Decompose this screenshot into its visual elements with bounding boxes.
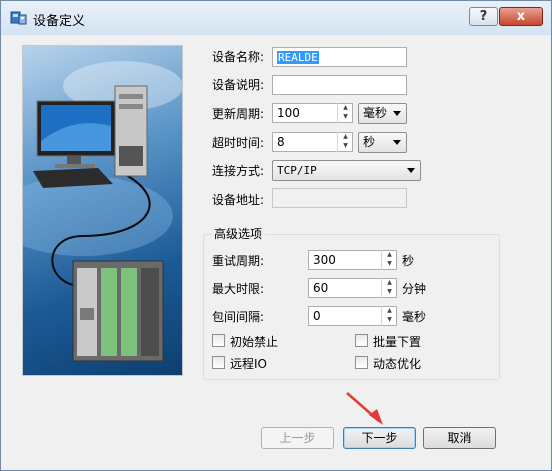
- spin-down-icon[interactable]: ▼: [382, 259, 397, 268]
- next-button[interactable]: 下一步: [343, 427, 416, 449]
- max-time-label: 最大时限:: [212, 282, 265, 296]
- timeout-unit-value: 秒: [363, 135, 376, 149]
- advanced-options-title: 高级选项: [211, 225, 266, 242]
- update-period-label: 更新周期:: [212, 107, 265, 121]
- close-icon: x: [516, 9, 526, 24]
- device-name-value: REALDE: [277, 51, 319, 64]
- initial-disable-label[interactable]: 初始禁止: [230, 333, 278, 350]
- device-name-input[interactable]: REALDE: [272, 47, 407, 67]
- spin-up-icon[interactable]: ▲: [338, 132, 353, 141]
- max-time-spinner[interactable]: ▲ ▼: [381, 278, 397, 298]
- packet-gap-value: 0: [313, 309, 321, 323]
- connection-label: 连接方式:: [212, 164, 265, 178]
- timeout-input[interactable]: 8 ▲ ▼: [272, 132, 353, 152]
- retry-period-label: 重试周期:: [212, 254, 265, 268]
- retry-period-spinner[interactable]: ▲ ▼: [381, 250, 397, 270]
- batch-write-checkbox[interactable]: [355, 334, 368, 347]
- remote-io-label[interactable]: 远程IO: [230, 355, 267, 372]
- spin-down-icon[interactable]: ▼: [382, 315, 397, 324]
- dynamic-optimize-checkbox[interactable]: [355, 356, 368, 369]
- help-button[interactable]: ?: [469, 7, 498, 26]
- spin-up-icon[interactable]: ▲: [382, 306, 397, 315]
- device-definition-dialog: 设备定义 ? x 设备名称: REALDE 设备说明: 更新周期: 100 ▲ …: [0, 0, 552, 471]
- update-period-input[interactable]: 100 ▲ ▼: [272, 103, 353, 123]
- connection-select[interactable]: TCP/IP: [272, 160, 421, 181]
- packet-gap-input[interactable]: 0 ▲ ▼: [308, 306, 397, 326]
- computer-plc-illustration: [22, 45, 183, 376]
- pointer-arrow-icon: [346, 392, 383, 425]
- spin-down-icon[interactable]: ▼: [382, 287, 397, 296]
- spin-up-icon[interactable]: ▲: [382, 250, 397, 259]
- prev-button[interactable]: 上一步: [261, 427, 334, 449]
- device-desc-input[interactable]: [272, 75, 407, 95]
- close-button[interactable]: x: [499, 7, 543, 26]
- batch-write-label[interactable]: 批量下置: [373, 333, 421, 350]
- spin-up-icon[interactable]: ▲: [338, 103, 353, 112]
- chevron-down-icon: [393, 140, 401, 145]
- initial-disable-checkbox[interactable]: [212, 334, 225, 347]
- packet-gap-label: 包间间隔:: [212, 310, 265, 324]
- retry-period-value: 300: [313, 253, 336, 267]
- spin-down-icon[interactable]: ▼: [338, 141, 353, 150]
- update-unit-value: 毫秒: [363, 106, 388, 120]
- remote-io-checkbox[interactable]: [212, 356, 225, 369]
- title-bar: 设备定义 ? x: [1, 1, 551, 35]
- chevron-down-icon: [393, 111, 401, 116]
- retry-period-unit: 秒: [402, 254, 415, 268]
- max-time-value: 60: [313, 281, 329, 295]
- retry-period-input[interactable]: 300 ▲ ▼: [308, 250, 397, 270]
- max-time-input[interactable]: 60 ▲ ▼: [308, 278, 397, 298]
- device-address-input[interactable]: [272, 188, 407, 208]
- update-period-value: 100: [277, 106, 300, 120]
- illustration-graphic: [23, 61, 182, 362]
- spin-down-icon[interactable]: ▼: [338, 112, 353, 121]
- help-icon: ?: [479, 9, 488, 24]
- timeout-spinner[interactable]: ▲ ▼: [337, 132, 353, 152]
- cancel-button[interactable]: 取消: [423, 427, 496, 449]
- dynamic-optimize-label[interactable]: 动态优化: [373, 355, 421, 372]
- spin-up-icon[interactable]: ▲: [382, 278, 397, 287]
- packet-gap-spinner[interactable]: ▲ ▼: [381, 306, 397, 326]
- device-name-label: 设备名称:: [212, 50, 265, 64]
- connection-value: TCP/IP: [277, 164, 317, 177]
- device-config-icon: [10, 11, 27, 25]
- window-title: 设备定义: [33, 14, 86, 29]
- device-desc-label: 设备说明:: [212, 78, 265, 92]
- max-time-unit: 分钟: [402, 282, 427, 296]
- timeout-value: 8: [277, 135, 285, 149]
- chevron-down-icon: [407, 168, 415, 173]
- device-address-label: 设备地址:: [212, 193, 265, 207]
- update-unit-select[interactable]: 毫秒: [358, 103, 407, 124]
- timeout-label: 超时时间:: [212, 136, 265, 150]
- timeout-unit-select[interactable]: 秒: [358, 132, 407, 153]
- update-period-spinner[interactable]: ▲ ▼: [337, 103, 353, 123]
- packet-gap-unit: 毫秒: [402, 310, 427, 324]
